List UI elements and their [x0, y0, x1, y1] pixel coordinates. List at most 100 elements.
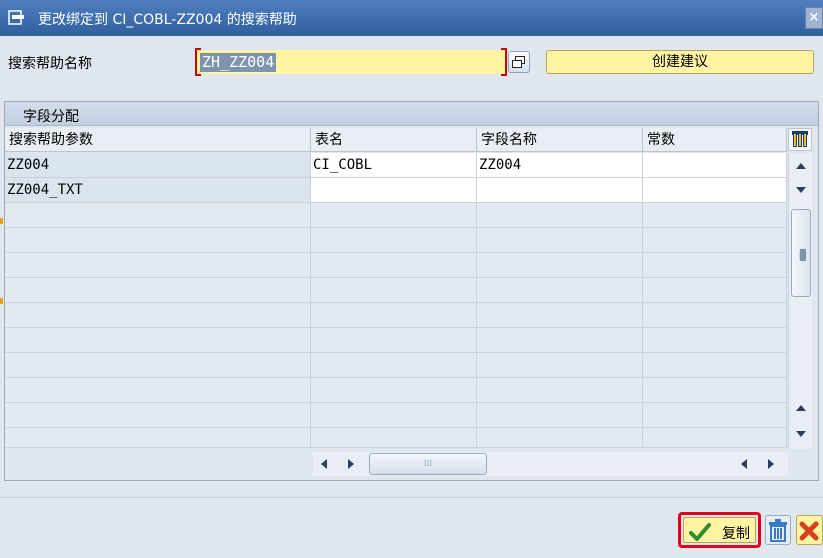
delete-button[interactable]: [765, 515, 791, 545]
empty-cell: [5, 328, 311, 353]
empty-cell: [311, 328, 477, 353]
empty-cell: [643, 428, 787, 448]
cancel-x-icon: [799, 521, 819, 541]
empty-cell: [311, 403, 477, 428]
cell-parameter: ZZ004: [5, 153, 311, 178]
scroll-up-button[interactable]: [791, 155, 811, 177]
scroll-page-down-button[interactable]: [791, 423, 811, 445]
empty-cell: [477, 353, 643, 378]
empty-cell: [5, 428, 311, 448]
column-settings-icon[interactable]: [788, 128, 812, 151]
horizontal-scroll-thumb[interactable]: ⁞⁞⁞: [369, 453, 487, 475]
scroll-right-button[interactable]: [343, 456, 359, 472]
empty-cell: [643, 303, 787, 328]
empty-cell: [643, 253, 787, 278]
arrow-up-icon: [796, 163, 806, 169]
arrow-left-icon: [321, 459, 327, 469]
empty-cell: [311, 228, 477, 253]
empty-cell: [5, 303, 311, 328]
cell-field-name[interactable]: ZZ004: [477, 153, 643, 178]
empty-cell: [311, 203, 477, 228]
group-title-bar: 字段分配: [5, 102, 818, 126]
value-help-button[interactable]: [508, 51, 530, 73]
empty-cell: [477, 378, 643, 403]
search-help-name-input[interactable]: ZH_ZZ004: [195, 48, 507, 76]
column-settings-col: [793, 133, 797, 147]
arrow-down-icon: [796, 187, 806, 193]
empty-cell: [311, 303, 477, 328]
column-header-field[interactable]: 字段名称: [477, 128, 643, 152]
vertical-scrollbar[interactable]: ■ ■ ■: [788, 153, 812, 449]
window-title: 更改绑定到 CI_COBL-ZZ004 的搜索帮助: [38, 12, 297, 28]
copy-button-highlight: 复制: [678, 512, 761, 548]
edge-marker: [0, 298, 3, 304]
arrow-right-icon: [768, 459, 774, 469]
arrow-down-icon: [796, 431, 806, 437]
value-help-icon-back: [512, 60, 522, 68]
empty-cell: [311, 278, 477, 303]
cell-constant[interactable]: [643, 153, 787, 178]
empty-cell: [5, 403, 311, 428]
empty-cell: [5, 353, 311, 378]
empty-cell: [477, 328, 643, 353]
empty-cell: [311, 428, 477, 448]
cancel-button[interactable]: [796, 515, 823, 545]
trash-icon: [769, 519, 787, 542]
arrow-up-icon: [796, 405, 806, 411]
create-proposal-button[interactable]: 创建建议: [546, 50, 814, 74]
vertical-scroll-thumb[interactable]: ■ ■ ■: [791, 209, 811, 297]
group-title: 字段分配: [23, 109, 79, 125]
copy-button-label: 复制: [722, 526, 750, 542]
empty-cell: [643, 328, 787, 353]
column-header-parameter[interactable]: 搜索帮助参数: [5, 128, 311, 152]
empty-cell: [477, 428, 643, 448]
empty-cell: [311, 378, 477, 403]
scroll-page-right-button[interactable]: [763, 456, 779, 472]
empty-cell: [477, 228, 643, 253]
empty-cell: [477, 203, 643, 228]
empty-cell: [311, 253, 477, 278]
close-button[interactable]: ×: [805, 7, 823, 29]
empty-cell: [5, 253, 311, 278]
empty-cell: [477, 303, 643, 328]
column-settings-col: [803, 133, 807, 147]
empty-cell: [643, 228, 787, 253]
input-border-gap-bottom: [201, 74, 501, 76]
empty-cell: [643, 378, 787, 403]
cell-table-name[interactable]: [311, 178, 477, 203]
empty-cell: [643, 403, 787, 428]
checkmark-icon: [689, 523, 711, 541]
column-header-constant[interactable]: 常数: [643, 128, 787, 152]
empty-cell: [5, 228, 311, 253]
empty-cell: [477, 278, 643, 303]
input-border-gap-top: [201, 48, 501, 50]
column-settings-col: [798, 133, 802, 147]
cell-table-name[interactable]: CI_COBL: [311, 153, 477, 178]
empty-cell: [477, 403, 643, 428]
search-help-name-label: 搜索帮助名称: [8, 56, 92, 72]
cell-parameter: ZZ004_TXT: [5, 178, 311, 203]
empty-cell: [477, 253, 643, 278]
empty-cell: [5, 203, 311, 228]
column-header-table[interactable]: 表名: [311, 128, 477, 152]
empty-cell: [643, 203, 787, 228]
arrow-right-icon: [348, 459, 354, 469]
empty-cell: [643, 278, 787, 303]
empty-cell: [643, 353, 787, 378]
scroll-page-up-button[interactable]: [791, 397, 811, 419]
cell-field-name[interactable]: [477, 178, 643, 203]
cell-constant[interactable]: [643, 178, 787, 203]
empty-cell: [5, 278, 311, 303]
search-help-name-value: ZH_ZZ004: [200, 53, 277, 72]
empty-cell: [5, 378, 311, 403]
scroll-page-left-button[interactable]: [737, 456, 753, 472]
empty-cell: [311, 353, 477, 378]
copy-button[interactable]: 复制: [683, 517, 756, 543]
arrow-left-icon: [741, 459, 747, 469]
edge-marker: [0, 218, 3, 224]
title-bar: 更改绑定到 CI_COBL-ZZ004 的搜索帮助 ×: [0, 0, 823, 36]
scroll-down-button[interactable]: [791, 179, 811, 201]
dialog-icon: [8, 10, 24, 25]
scroll-left-button[interactable]: [317, 456, 333, 472]
horizontal-scrollbar[interactable]: ⁞⁞⁞: [313, 452, 788, 476]
